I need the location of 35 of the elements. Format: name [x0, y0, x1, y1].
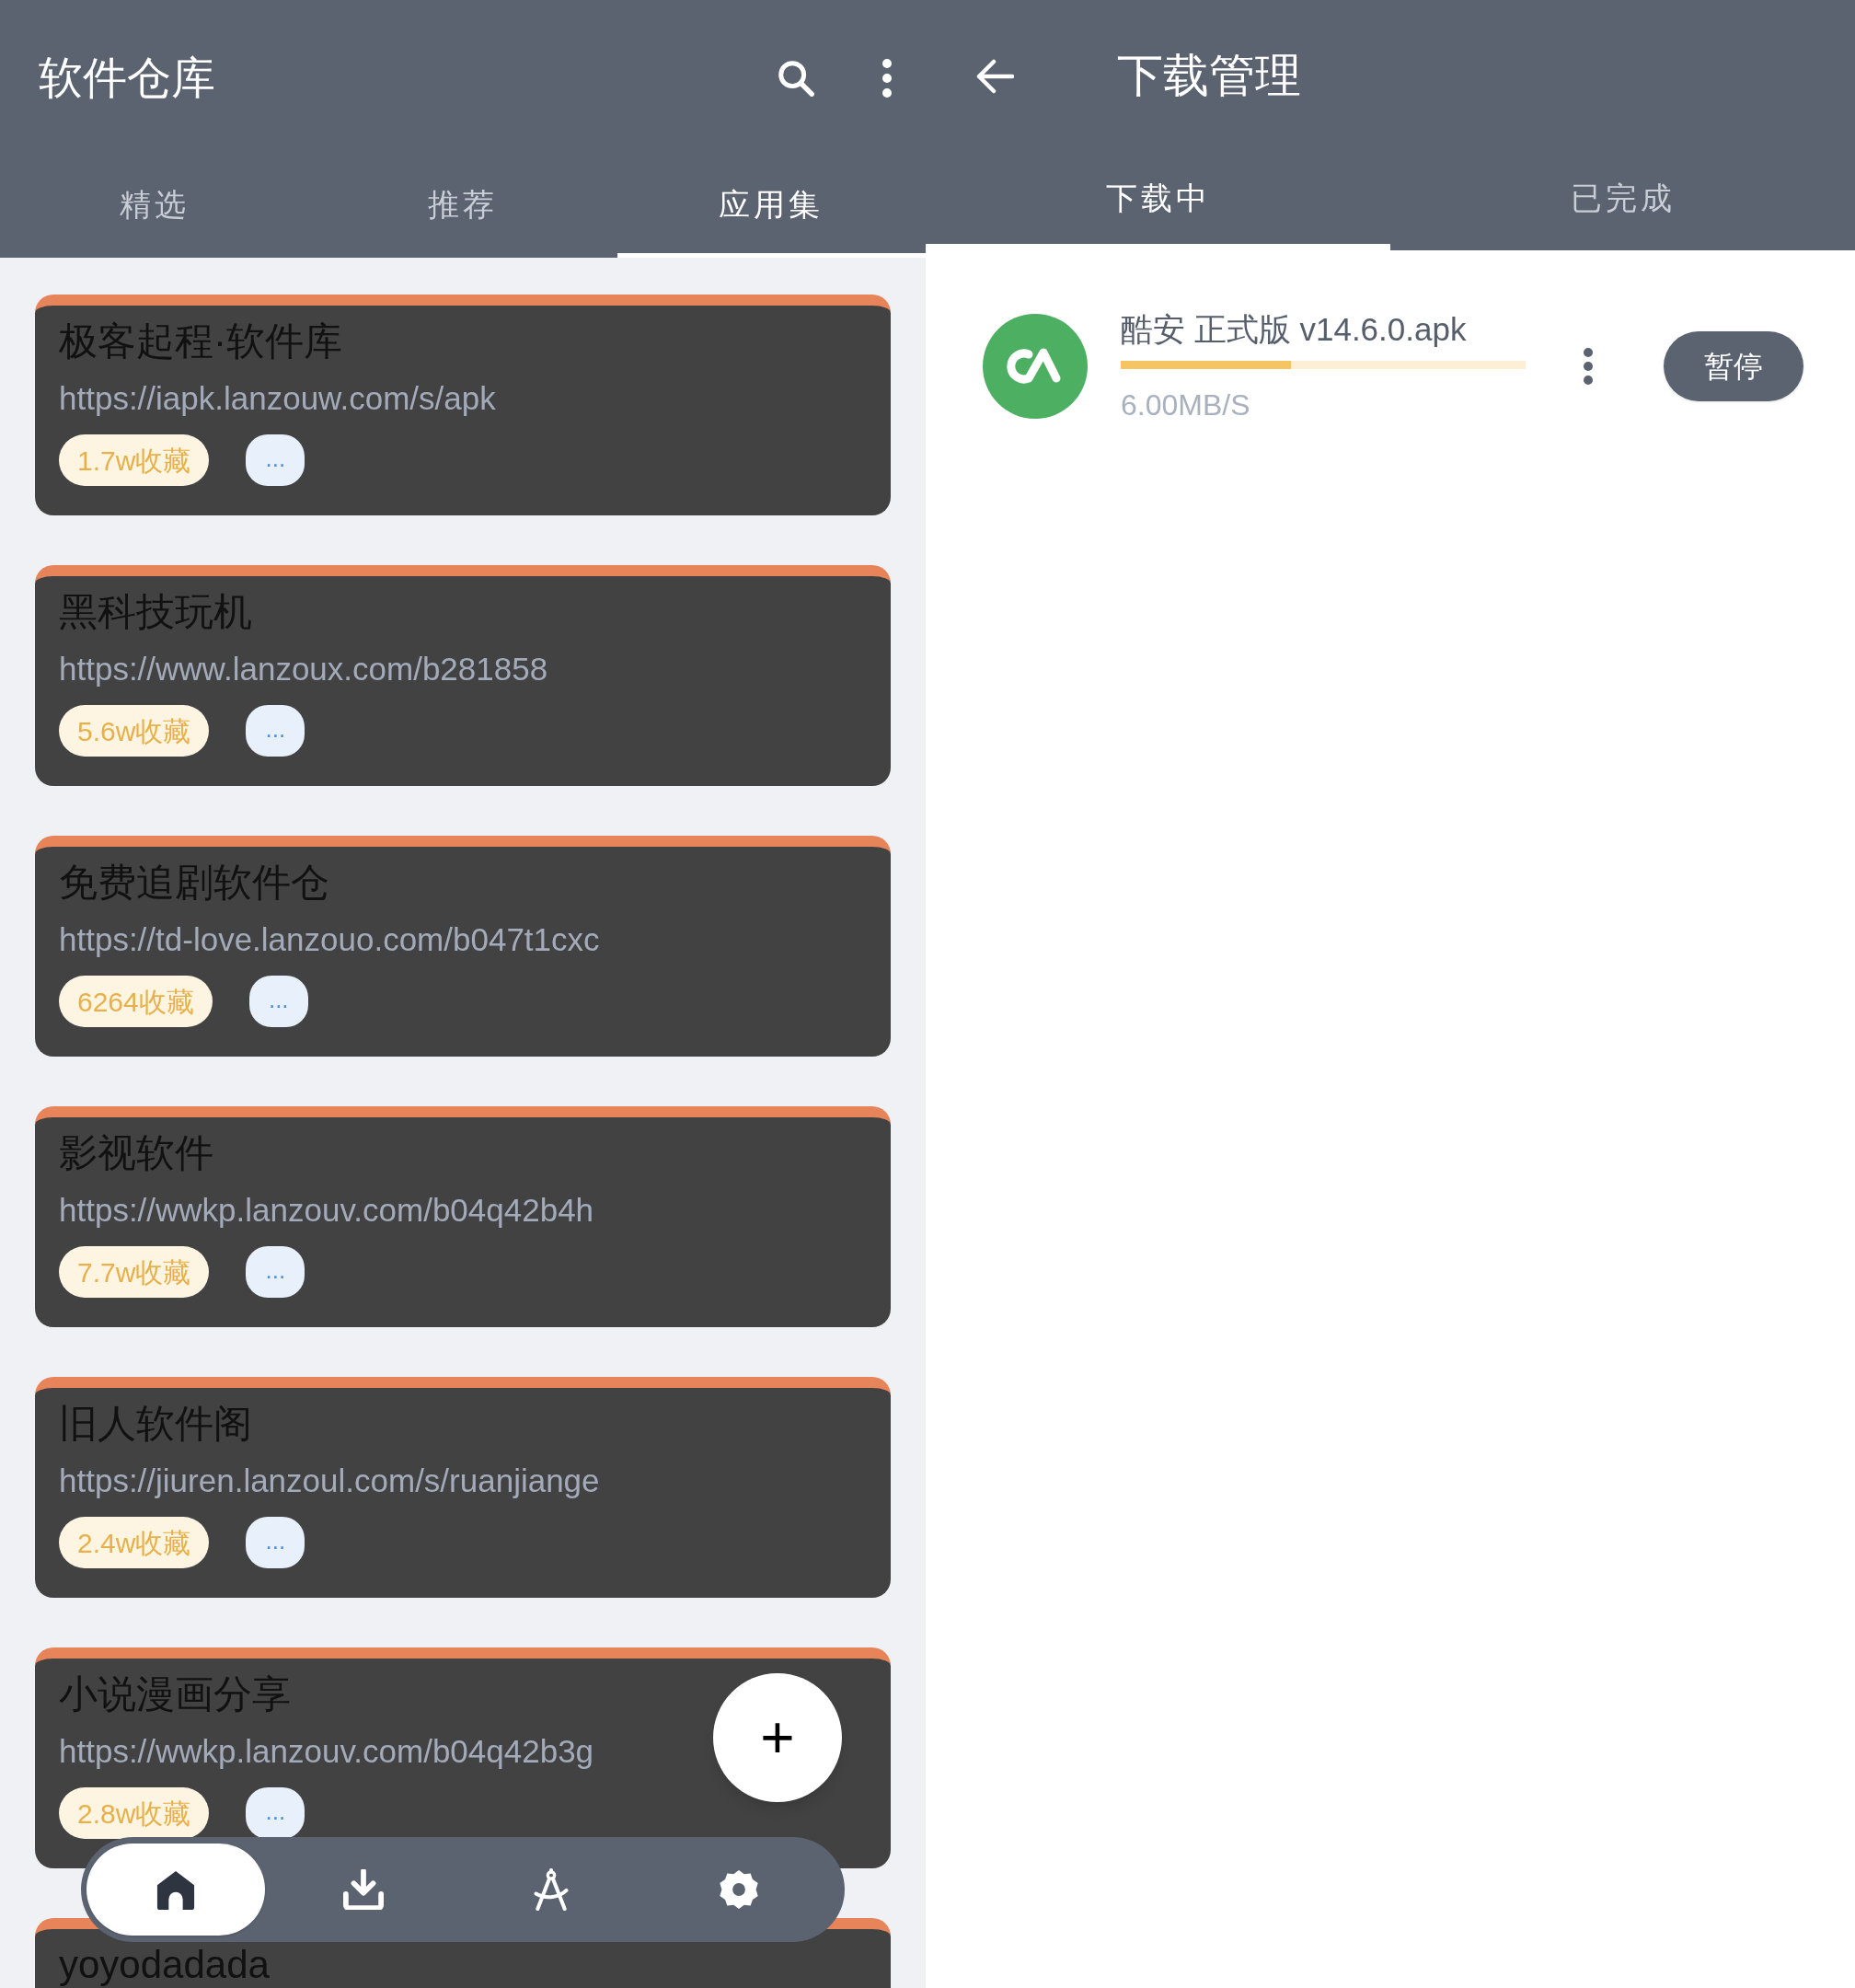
more-icon[interactable]: [881, 58, 893, 98]
tab[interactable]: 推荐: [308, 156, 617, 258]
more-button[interactable]: ...: [246, 1246, 305, 1298]
tab[interactable]: 下载中: [926, 152, 1390, 250]
download-speed: 6.00MB/S: [1121, 387, 1250, 423]
favorites-badge: 5.6w收藏: [59, 705, 210, 757]
more-button[interactable]: ...: [248, 976, 308, 1027]
home-icon: [155, 1869, 197, 1910]
file-name: 酷安 正式版 v14.6.0.apk: [1121, 310, 1467, 349]
app-logo-icon: [983, 313, 1088, 419]
favorites-badge: 2.4w收藏: [59, 1517, 210, 1568]
tab[interactable]: 已完成: [1390, 152, 1855, 250]
pause-button[interactable]: 暂停: [1664, 330, 1803, 401]
tab[interactable]: 精选: [0, 156, 309, 258]
more-button[interactable]: ...: [246, 1787, 305, 1839]
card-url: https://wwkp.lanzouv.com/b04q42b3g: [59, 1732, 594, 1771]
more-button[interactable]: ...: [246, 434, 305, 486]
settings-icon: [718, 1868, 760, 1911]
favorites-badge: 6264收藏: [59, 976, 213, 1027]
favorites-badge: 2.8w收藏: [59, 1787, 210, 1839]
app-title: 软件仓库: [39, 52, 215, 104]
more-button[interactable]: ...: [246, 705, 305, 757]
card-url: https://iapk.lanzouw.com/s/apk: [59, 379, 496, 418]
nav-tab[interactable]: [86, 1844, 265, 1936]
card-url: https://www.lanzoux.com/b281858: [59, 650, 548, 688]
more-button[interactable]: ...: [246, 1517, 305, 1568]
download-icon: [342, 1869, 385, 1910]
more-icon[interactable]: [1583, 346, 1594, 386]
drafting-compass-icon: [531, 1868, 571, 1911]
favorites-badge: 1.7w收藏: [59, 434, 210, 486]
card-url: https://td-love.lanzouo.com/b047t1cxc: [59, 920, 600, 959]
page-title: 下载管理: [1117, 49, 1301, 103]
card-url: https://wwkp.lanzouv.com/b04q42b4h: [59, 1191, 594, 1230]
card-url: https://jiuren.lanzoul.com/s/ruanjiange: [59, 1462, 600, 1500]
favorites-badge: 7.7w收藏: [59, 1246, 210, 1298]
